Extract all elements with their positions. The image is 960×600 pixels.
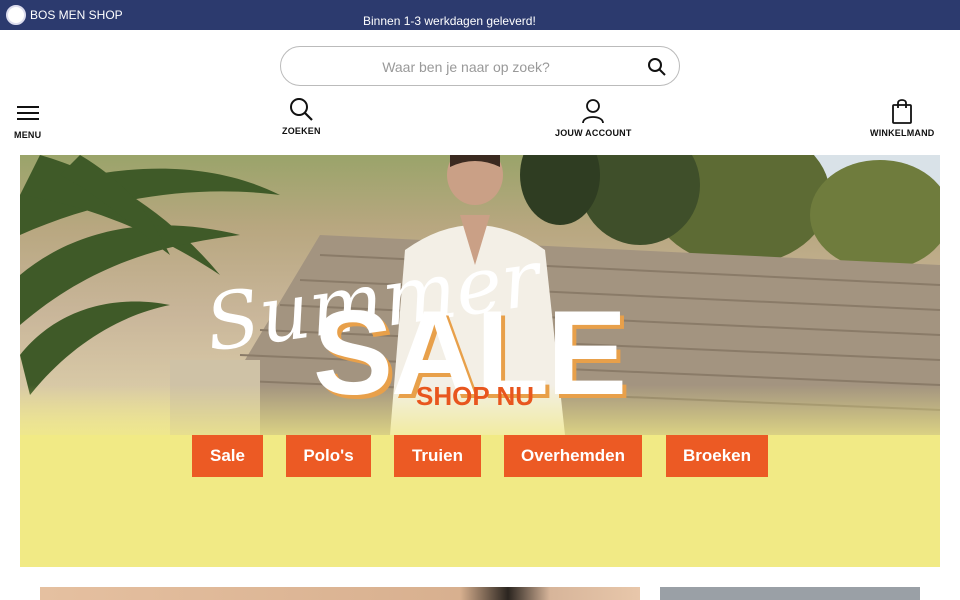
hero-banner[interactable]: Summer SALE SHOP NU Sale Polo's Truien O… [20,155,940,567]
category-button-broeken[interactable]: Broeken [666,435,768,477]
account-button[interactable]: JOUW ACCOUNT [555,98,632,138]
search-input[interactable] [301,56,631,78]
cart-button[interactable]: WINKELMAND [870,98,935,138]
search-icon [290,98,314,121]
promo-tile-left[interactable] [40,587,640,600]
category-button-sale[interactable]: Sale [192,435,263,477]
search-bar [280,46,680,86]
logo-text: BOS MEN SHOP [30,8,123,22]
search-label: ZOEKEN [282,126,321,136]
top-bar: BOS MEN SHOP Binnen 1-3 werkdagen geleve… [0,0,960,30]
menu-label: MENU [14,130,42,140]
account-label: JOUW ACCOUNT [555,128,632,138]
shop-logo[interactable]: BOS MEN SHOP [6,5,123,25]
search-nav-button[interactable]: ZOEKEN [282,96,321,136]
shop-now-cta[interactable]: SHOP NU [416,381,534,412]
main-nav: MENU ZOEKEN JOUW ACCOUNT WINKELMAND [0,96,960,146]
search-icon[interactable] [647,57,667,77]
user-icon [582,99,605,124]
promo-tile-right[interactable] [660,587,920,600]
hamburger-icon [16,106,39,120]
category-button-polos[interactable]: Polo's [286,435,371,477]
cart-label: WINKELMAND [870,128,935,138]
category-button-overhemden[interactable]: Overhemden [504,435,642,477]
logo-icon [6,5,26,25]
delivery-message: Binnen 1-3 werkdagen geleverd! [363,14,536,28]
category-button-truien[interactable]: Truien [394,435,481,477]
shopping-bag-icon [892,99,913,124]
menu-button[interactable]: MENU [14,100,41,140]
